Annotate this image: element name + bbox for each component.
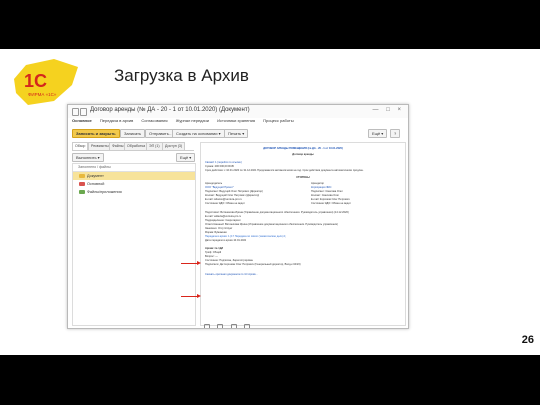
window-titlebar: Договор аренды (№ ДА - 20 - 1 от 10.01.2… [68, 105, 408, 118]
execute-button[interactable]: Выполнить ▾ [72, 153, 104, 162]
svg-text:1С: 1С [24, 71, 47, 91]
folder-label: Основной [87, 182, 105, 186]
tree-more-button[interactable]: Ещё ▾ [176, 153, 196, 162]
document-window: Договор аренды (№ ДА - 20 - 1 от 10.01.2… [67, 104, 409, 329]
toolbar: Записать и закрыть Записать Отправить… С… [72, 129, 404, 139]
archive-transfer-line[interactable]: Передача в архив: 1 (17 Передача по опис… [205, 235, 286, 238]
link-approvals[interactable]: Согласования [141, 118, 167, 123]
copy-icon[interactable] [230, 324, 237, 328]
party-right-1[interactable]: Корпорация ФКС [311, 186, 332, 189]
tab-access[interactable]: Доступ (3) [162, 142, 186, 150]
doc-period: Срок действия: с 10.01.2020 по 31.12.202… [205, 169, 364, 172]
folder-label: Документ [87, 174, 104, 178]
slide-title: Загрузка в Архив [114, 66, 249, 85]
folder-icon [79, 190, 85, 194]
slide: 1С ФИРМА «1С» Загрузка в Архив 26 Догово… [0, 49, 540, 355]
create-based-on-button[interactable]: Создать на основании ▾ [172, 129, 225, 138]
folder-item-document[interactable]: Документ [73, 172, 195, 180]
prepared-0: Подготовил: Витиникова Ирина (Управление… [205, 211, 349, 214]
attach-icon[interactable] [204, 324, 210, 328]
party-right-4: E-mail: Корсиков Олег Петрович [311, 198, 350, 201]
prepared-3: Ответственный: Витиникова Ирина (Управле… [205, 223, 338, 226]
window-title: Договор аренды (№ ДА - 20 - 1 от 10.01.2… [90, 107, 250, 113]
party-left-0: Арендодатель [205, 182, 223, 185]
save-button[interactable]: Записать [120, 129, 146, 138]
folder-tree: Заполнено / файлы Документ Основной Файл… [72, 163, 196, 326]
tab-strip: Обзор Реквизиты Файлы Обработка ЭП (1) Д… [72, 142, 194, 151]
party-left-5: Состояние ЭДО: Обмен не ведет [205, 202, 245, 205]
party-right-3: Контакт: Смелова Олег [311, 194, 340, 197]
document-preview: ДОГОВОР АРЕНДЫ ПОМЕЩЕНИЯ (№ ДА - 20 - 1 … [200, 142, 406, 328]
annotation-arrow-icon [181, 261, 201, 265]
party-left-2: Подписант: Ведущий Олег Петрович (Директ… [205, 190, 263, 193]
file-block-1: Гриф: Общий [205, 251, 222, 254]
help-button[interactable]: ? [390, 129, 401, 138]
print-button[interactable]: Печать ▾ [224, 129, 249, 138]
link-icon[interactable] [80, 108, 87, 116]
refresh-icon[interactable] [217, 324, 224, 328]
doc-heading[interactable]: ДОГОВОР АРЕНДЫ ПОМЕЩЕНИЯ (№ ДА - 20 - 1 … [205, 147, 401, 150]
tab-processing[interactable]: Обработка [124, 142, 149, 150]
more-button[interactable]: Ещё ▾ [368, 129, 388, 138]
tree-toolbar: Выполнить ▾ Ещё ▾ [72, 153, 196, 162]
doc-subheading: Договор аренды [292, 153, 314, 156]
annotation-arrow-icon [181, 294, 201, 298]
file-block-3: Состояние: Подписан, Зарегистрирован [205, 259, 254, 262]
party-right-0: Арендатор [311, 182, 324, 185]
preview-action-icons [204, 317, 253, 328]
star-icon[interactable] [72, 108, 79, 116]
save-and-close-button[interactable]: Записать и закрыть [72, 129, 120, 138]
link-transfer-log[interactable]: Журнал передачи [176, 118, 209, 123]
print-icon[interactable] [244, 324, 251, 328]
party-right-5: Состояние ЭДО: Обмен не ведет [311, 202, 351, 205]
party-left-4: E-mail: reliance@ventura-pro.ru [205, 198, 242, 201]
file-block-0: Архив: № 1ДА [205, 247, 224, 250]
folder-item-main[interactable]: Основной [73, 180, 195, 188]
page-number: 26 [521, 334, 534, 346]
tree-header: Заполнено / файлы [73, 164, 195, 172]
doc-amount: Сумма: 200 000,00 RUB [205, 165, 234, 168]
download-archive-link[interactable]: Скачать оригинал документа по 1С:Архив..… [205, 273, 258, 276]
prepared-1: E-mail: vellavia@ventura-pro.ru [205, 215, 242, 218]
link-archive-transfer[interactable]: Передача в архив [100, 118, 133, 123]
prepared-5: Форма: Бумажная [205, 231, 227, 234]
doc-parties-label: СТОРОНЫ [296, 176, 310, 179]
folder-icon [79, 174, 85, 178]
folder-icon [79, 182, 85, 186]
window-controls[interactable]: — □ × [373, 107, 404, 113]
section-links: Основное Передача в архив Согласования Ж… [72, 118, 404, 127]
tab-overview[interactable]: Обзор [72, 142, 89, 150]
file-block-4: Подписали: Да Сергеева Олег Петрович (Ге… [205, 263, 301, 266]
1c-logo: 1С ФИРМА «1С» [14, 59, 78, 105]
folder-label: Файлы/приложения [87, 190, 122, 194]
link-storage-sources[interactable]: Источники хранения [217, 118, 255, 123]
file-block-2: Вопрос: — [205, 255, 218, 258]
party-right-2: Подписант: Смелова Олег [311, 190, 343, 193]
doc-links[interactable]: Связей: 1 (перейти по ссылке) [205, 161, 242, 164]
left-panel: Обзор Реквизиты Файлы Обработка ЭП (1) Д… [72, 142, 196, 326]
party-left-1[interactable]: ООО "Ведущий Проект" [205, 186, 234, 189]
link-work-process[interactable]: Процесс работы [263, 118, 294, 123]
prepared-2: Подразделение: Секретариат [205, 219, 241, 222]
folder-item-attachments[interactable]: Файлы/приложения [73, 188, 195, 196]
svg-text:ФИРМА «1С»: ФИРМА «1С» [28, 92, 57, 97]
tab-signatures[interactable]: ЭП (1) [146, 142, 163, 150]
link-main[interactable]: Основное [72, 118, 92, 123]
prepared-4: Занесено: Отсутствует [205, 227, 233, 230]
archive-date-line: Дата передачи в архив 10.01.2021 [205, 239, 247, 242]
party-left-3: Контакт: Ведущий Олег Петрович (Директор… [205, 194, 260, 197]
